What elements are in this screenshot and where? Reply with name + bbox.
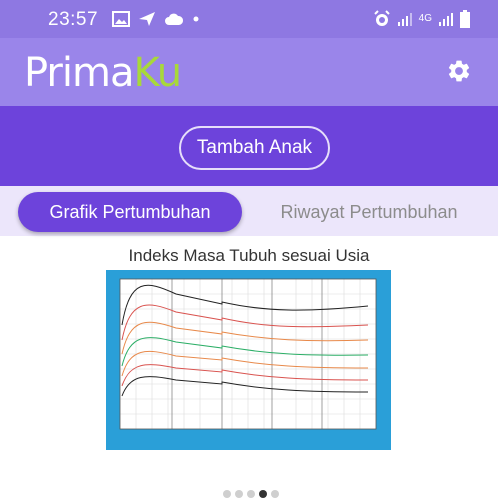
add-child-button[interactable]: Tambah Anak bbox=[179, 126, 330, 170]
image-icon bbox=[112, 11, 130, 27]
action-band: Tambah Anak bbox=[0, 106, 498, 186]
cloud-icon bbox=[165, 13, 184, 25]
app-bar: PrimaKu bbox=[0, 38, 498, 106]
status-time: 23:57 bbox=[48, 9, 99, 30]
pager-dot[interactable] bbox=[271, 490, 279, 498]
pager-dot[interactable] bbox=[235, 490, 243, 498]
status-bar: 23:57 4G bbox=[0, 0, 498, 38]
pager-dot[interactable] bbox=[223, 490, 231, 498]
logo-text-prima: Prima bbox=[24, 50, 134, 96]
pager-dot-active[interactable] bbox=[259, 490, 267, 498]
pager-dot[interactable] bbox=[247, 490, 255, 498]
network-label: 4G bbox=[418, 13, 432, 24]
tab-growth-history[interactable]: Riwayat Pertumbuhan bbox=[258, 192, 480, 232]
growth-chart-graphic bbox=[119, 278, 377, 430]
send-icon bbox=[139, 12, 155, 26]
status-left-icons bbox=[112, 10, 200, 28]
signal-icon bbox=[397, 13, 412, 26]
logo-text-ku: Ku bbox=[133, 50, 182, 96]
battery-icon bbox=[460, 10, 470, 28]
gear-icon[interactable] bbox=[446, 58, 472, 84]
alarm-icon bbox=[373, 10, 390, 26]
chart-title: Indeks Masa Tubuh sesuai Usia bbox=[128, 246, 370, 265]
app-logo: PrimaKu bbox=[24, 50, 182, 96]
status-right-icons: 4G bbox=[373, 10, 470, 28]
pager-dots bbox=[223, 490, 279, 498]
signal-4g-icon bbox=[439, 13, 453, 26]
dot-icon bbox=[193, 16, 199, 22]
growth-chart-image[interactable] bbox=[106, 270, 391, 450]
tab-bar: Grafik Pertumbuhan Riwayat Pertumbuhan bbox=[0, 186, 498, 236]
tab-growth-chart[interactable]: Grafik Pertumbuhan bbox=[18, 192, 242, 232]
